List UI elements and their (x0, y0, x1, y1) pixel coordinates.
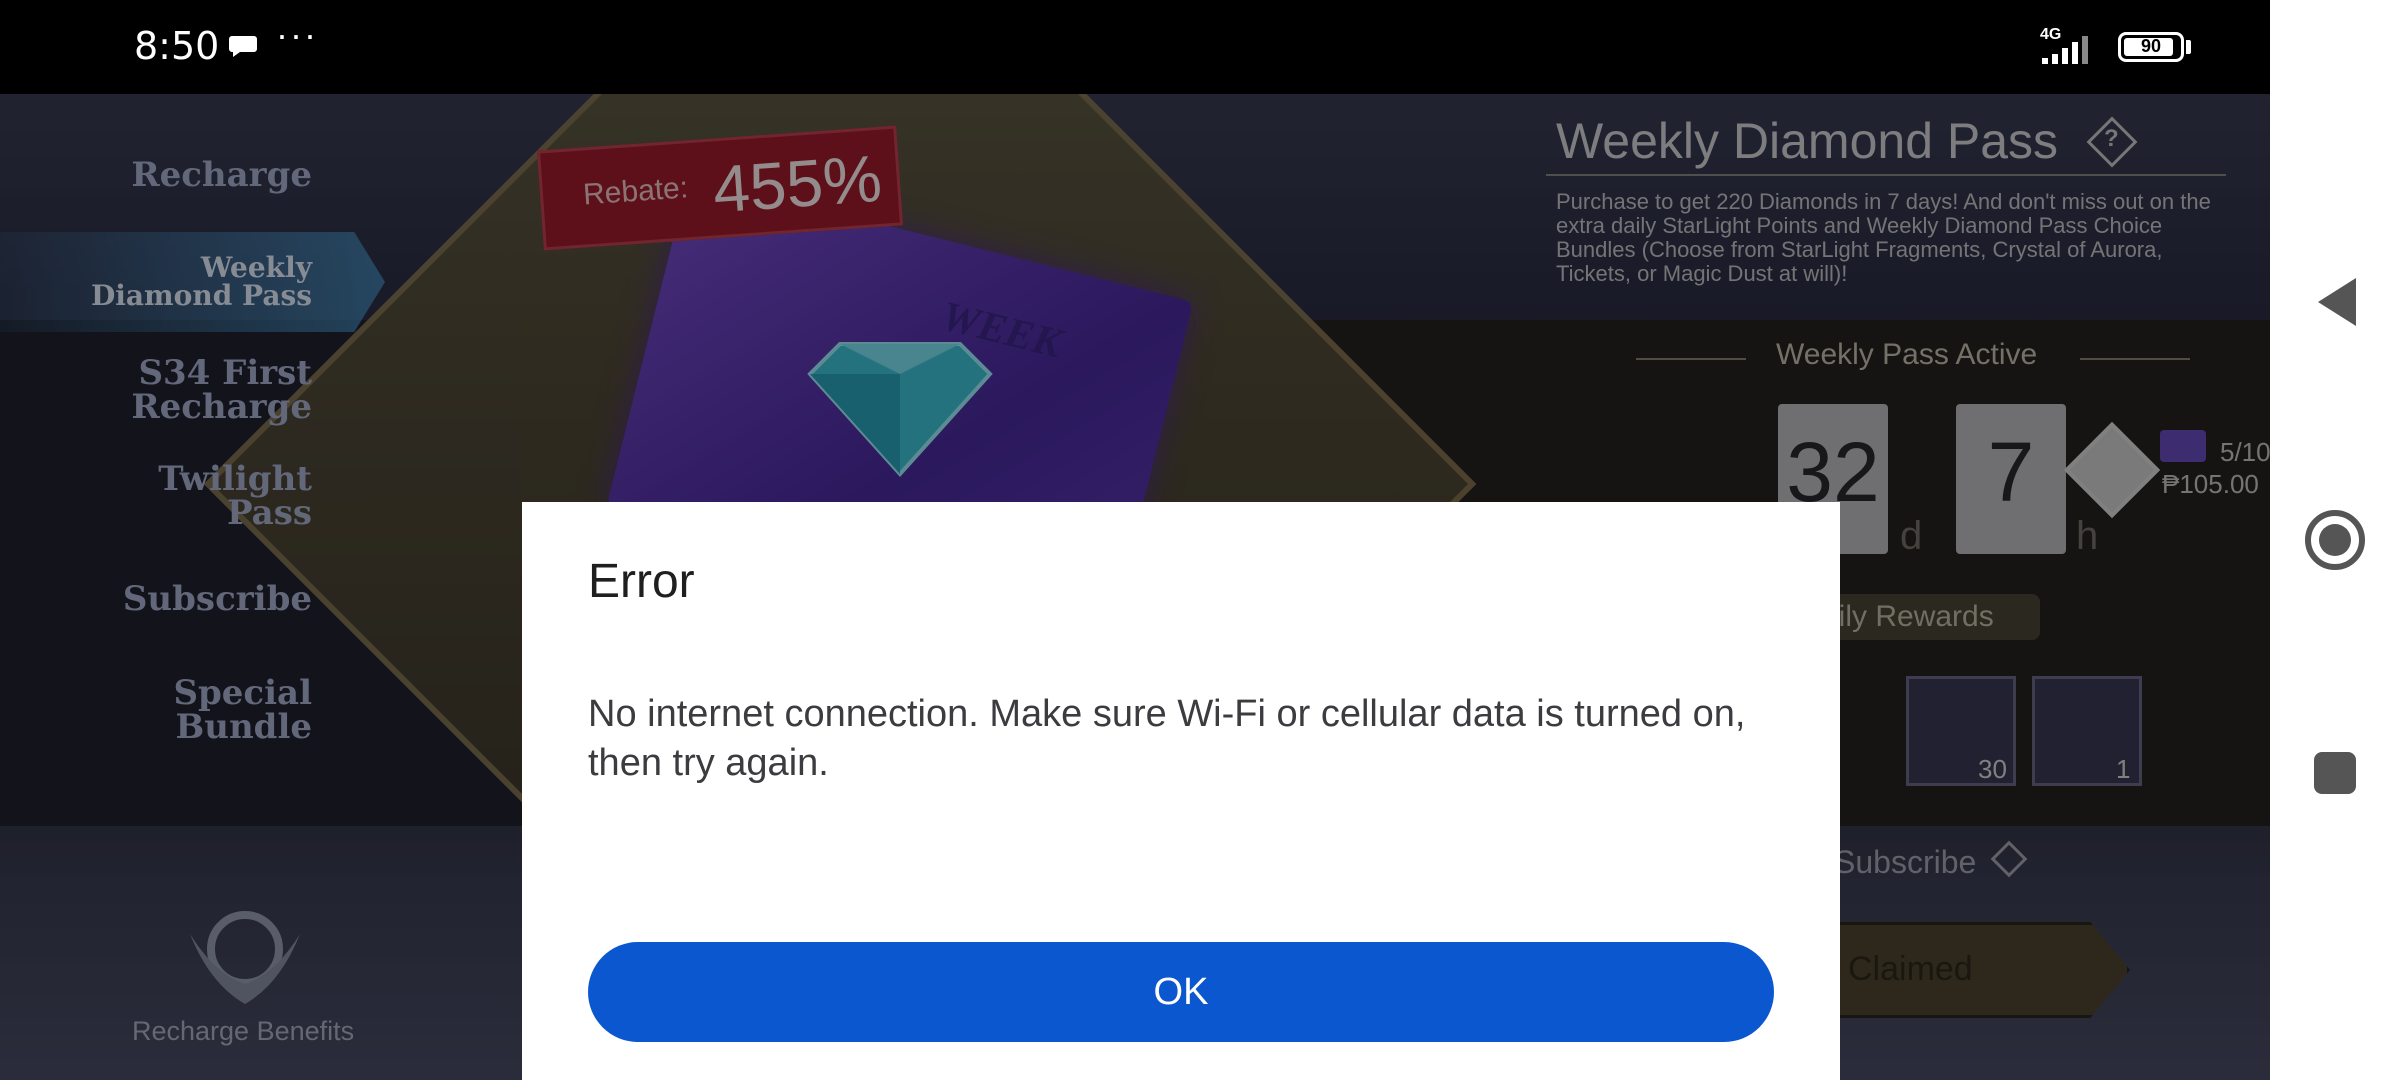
ok-button[interactable]: OK (588, 942, 1774, 1042)
status-time: 8:50 (134, 24, 220, 68)
nav-home-dot (2319, 524, 2351, 556)
battery-icon: 90 (2118, 32, 2184, 62)
chat-bubble-icon (229, 36, 257, 57)
battery-tip (2186, 40, 2191, 54)
nav-recents-icon[interactable] (2314, 752, 2356, 794)
navigation-bar (2270, 0, 2400, 1080)
battery-percent: 90 (2140, 36, 2162, 56)
more-notifications-icon: ··· (276, 14, 318, 55)
nav-back-icon[interactable] (2318, 278, 2356, 326)
status-bar: 8:50 ··· 4G 90 (0, 0, 2270, 94)
dialog-title: Error (588, 555, 695, 608)
error-dialog: Error No internet connection. Make sure … (522, 502, 1840, 1080)
dialog-message: No internet connection. Make sure Wi-Fi … (588, 693, 1746, 784)
cellular-signal-icon (2042, 36, 2088, 64)
